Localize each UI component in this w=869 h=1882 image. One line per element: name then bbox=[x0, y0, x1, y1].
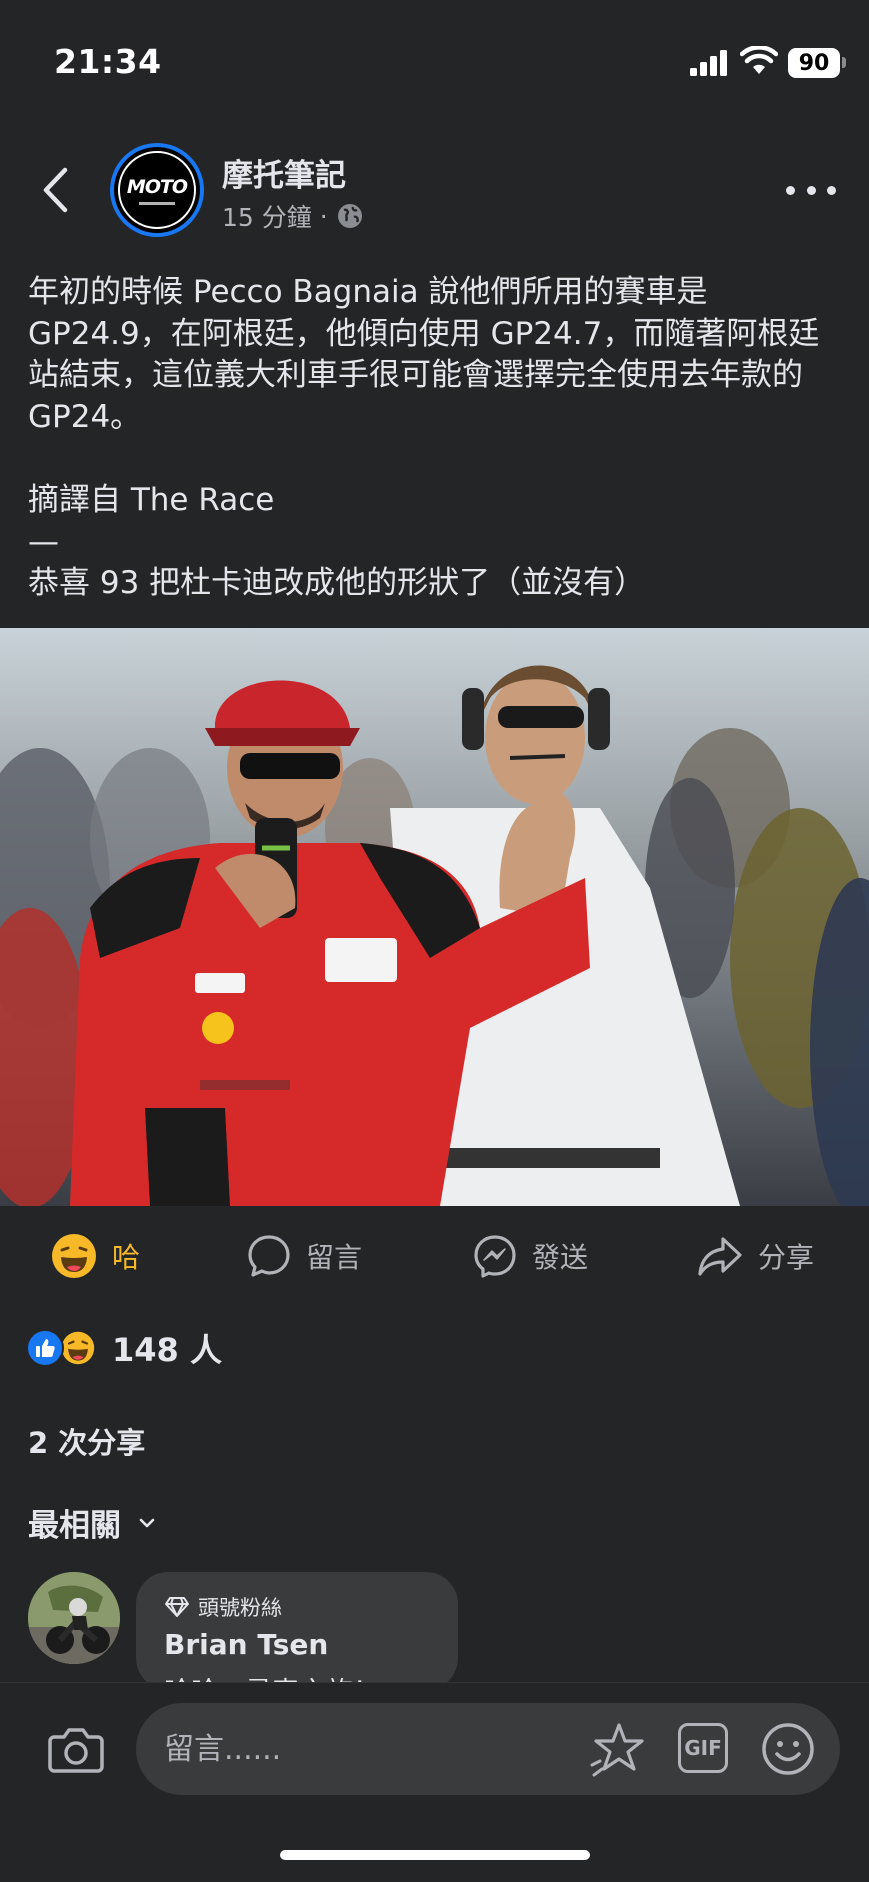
avatar-sticker-icon[interactable] bbox=[590, 1721, 648, 1779]
top-fan-badge: 頭號粉絲 bbox=[164, 1592, 282, 1622]
page-name[interactable]: 摩托筆記 bbox=[222, 150, 346, 195]
post-paragraph-1: 年初的時候 Pecco Bagnaia 說他們所用的賽車是 GP24.9，在阿根… bbox=[28, 274, 820, 435]
commenter-avatar-image bbox=[28, 1572, 120, 1664]
haha-emoji-icon bbox=[52, 1234, 96, 1278]
comment-label: 留言 bbox=[306, 1241, 363, 1274]
share-arrow-icon bbox=[698, 1237, 742, 1276]
battery-level: 90 bbox=[788, 48, 840, 78]
send-label: 發送 bbox=[532, 1241, 589, 1274]
like-reaction-icon bbox=[26, 1329, 64, 1367]
emoji-icon[interactable] bbox=[760, 1721, 816, 1777]
share-count[interactable]: 2 次分享 bbox=[28, 1420, 145, 1462]
camera-icon[interactable] bbox=[46, 1719, 106, 1779]
battery-tip bbox=[842, 57, 846, 68]
post-photo[interactable] bbox=[0, 628, 869, 1206]
page-avatar[interactable]: MOTO bbox=[110, 143, 204, 237]
post-source: 摘譯自 The Race bbox=[28, 482, 275, 518]
globe-icon bbox=[337, 204, 362, 228]
back-button[interactable] bbox=[30, 160, 80, 220]
comment-button[interactable]: 留言 bbox=[246, 1220, 362, 1292]
more-dot-icon bbox=[786, 185, 795, 195]
react-button[interactable]: 哈 bbox=[50, 1220, 140, 1292]
more-dot-icon bbox=[806, 185, 816, 195]
comment-bubble-icon bbox=[248, 1235, 290, 1277]
sort-label: 最相關 bbox=[28, 1508, 121, 1544]
gif-button[interactable]: GIF bbox=[678, 1723, 728, 1773]
page-logo-text: MOTO bbox=[126, 175, 188, 198]
react-label: 哈 bbox=[112, 1241, 141, 1274]
comment-sort-dropdown[interactable]: 最相關 bbox=[28, 1500, 155, 1545]
post-actions: 哈 留言 發送 分享 bbox=[0, 1220, 869, 1292]
comment-bubble[interactable]: 頭號粉絲 Brian Tsen 哈哈，尋車之旅！ bbox=[136, 1572, 458, 1690]
commenter-name[interactable]: Brian Tsen bbox=[164, 1628, 328, 1661]
reaction-count: 148 人 bbox=[112, 1331, 222, 1369]
post-divider: — bbox=[28, 523, 59, 560]
screen: 21:34 90 MOTO 摩托筆記 15 分鐘 · 年初的時候 Pecco B… bbox=[0, 0, 869, 1882]
reactions-summary[interactable]: 148 人 bbox=[26, 1326, 222, 1370]
meta-separator: · bbox=[319, 201, 328, 231]
diamond-icon bbox=[165, 1597, 189, 1617]
home-indicator[interactable] bbox=[280, 1850, 590, 1860]
thumbs-up-icon bbox=[36, 1339, 55, 1357]
messenger-icon bbox=[474, 1235, 516, 1278]
page-logo-underline bbox=[139, 201, 175, 205]
commenter-avatar[interactable] bbox=[28, 1572, 120, 1664]
haha-reaction-icon bbox=[58, 1328, 98, 1368]
status-time: 21:34 bbox=[54, 42, 162, 81]
page-logo: MOTO bbox=[118, 151, 196, 229]
post-time[interactable]: 15 分鐘 bbox=[222, 198, 312, 234]
status-bar: 21:34 90 bbox=[0, 0, 869, 120]
post-paragraph-3: 恭喜 93 把杜卡迪改成他的形狀了（並沒有） bbox=[28, 565, 646, 601]
wifi-icon bbox=[740, 46, 778, 74]
cellular-signal-icon bbox=[690, 50, 727, 76]
share-label: 分享 bbox=[758, 1241, 815, 1274]
top-fan-label: 頭號粉絲 bbox=[198, 1596, 282, 1620]
more-options-button[interactable] bbox=[786, 172, 836, 208]
comment-input[interactable] bbox=[136, 1703, 840, 1795]
post-meta: 15 分鐘 · bbox=[222, 198, 364, 234]
chevron-left-icon bbox=[43, 167, 68, 213]
share-button[interactable]: 分享 bbox=[696, 1220, 814, 1292]
send-button[interactable]: 發送 bbox=[472, 1220, 588, 1292]
photo-rider-image bbox=[0, 628, 869, 1206]
post-text: 年初的時候 Pecco Bagnaia 說他們所用的賽車是 GP24.9，在阿根… bbox=[28, 272, 848, 605]
more-dot-icon bbox=[827, 185, 836, 195]
chevron-down-icon bbox=[139, 1518, 155, 1527]
